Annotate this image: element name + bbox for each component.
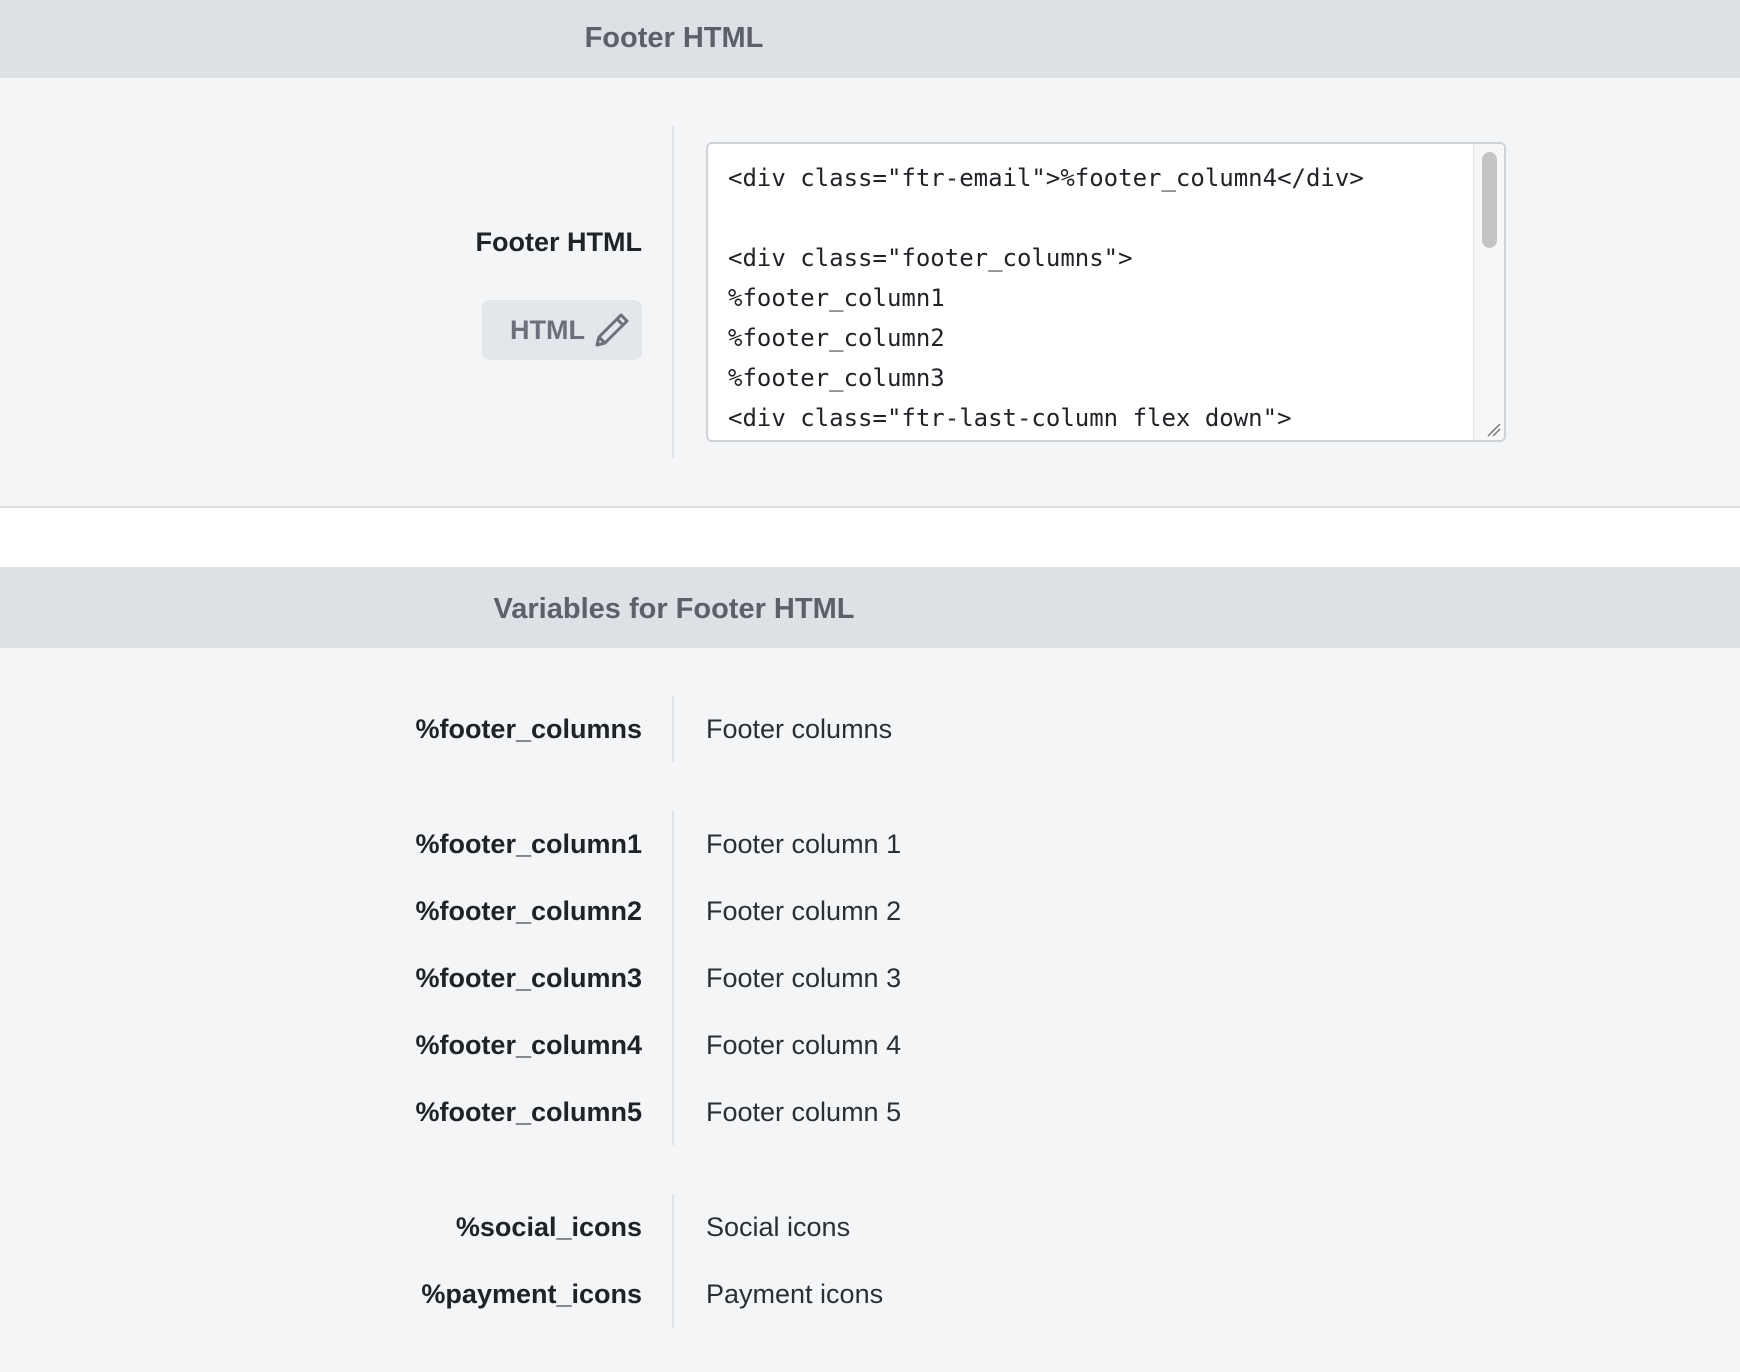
variable-name: %footer_columns [415,714,642,744]
footer-html-label: Footer HTML [475,227,642,257]
variable-name: %social_icons [455,1212,642,1242]
variable-description: Social icons [706,1212,851,1242]
resize-handle-icon[interactable] [1484,420,1502,438]
variable-row: %footer_column2 Footer column 2 [0,896,1740,946]
variable-name: %footer_column5 [415,1097,642,1127]
variable-row: %footer_column5 Footer column 5 [0,1097,1740,1147]
variable-row: %footer_column4 Footer column 4 [0,1030,1740,1080]
footer-html-section-header: Footer HTML [0,0,1740,78]
pencil-icon [595,313,629,347]
html-button-label: HTML [510,314,585,345]
column-divider [672,126,674,458]
variable-description: Footer column 5 [706,1097,902,1127]
variable-name: %payment_icons [421,1279,642,1309]
variable-description: Footer column 2 [706,896,902,926]
variable-row: %social_icons Social icons [0,1212,1740,1262]
variable-name: %footer_column3 [415,963,642,993]
textarea-content: <div class="ftr-email">%footer_column4</… [728,164,1364,432]
variable-row: %payment_icons Payment icons [0,1279,1740,1329]
section-title: Footer HTML [584,22,764,54]
variable-description: Footer column 4 [706,1030,902,1060]
variable-description: Footer column 3 [706,963,902,993]
footer-html-textarea[interactable]: <div class="ftr-email">%footer_column4</… [706,142,1506,442]
variable-row: %footer_columns Footer columns [0,714,1740,764]
scrollbar[interactable] [1473,144,1504,440]
variable-row: %footer_column1 Footer column 1 [0,829,1740,879]
variable-description: Payment icons [706,1279,884,1309]
scrollbar-thumb[interactable] [1482,152,1497,248]
variable-description: Footer column 1 [706,829,902,859]
variables-panel: %footer_columns Footer columns %footer_c… [0,648,1740,1372]
html-edit-button[interactable]: HTML [482,300,642,360]
variable-name: %footer_column2 [415,896,642,926]
variable-description: Footer columns [706,714,893,744]
section-title: Variables for Footer HTML [493,593,855,625]
variable-row: %footer_column3 Footer column 3 [0,963,1740,1013]
section-spacer [0,508,1740,567]
variable-name: %footer_column1 [415,829,642,859]
variable-name: %footer_column4 [415,1030,642,1060]
variables-section-header: Variables for Footer HTML [0,567,1740,648]
